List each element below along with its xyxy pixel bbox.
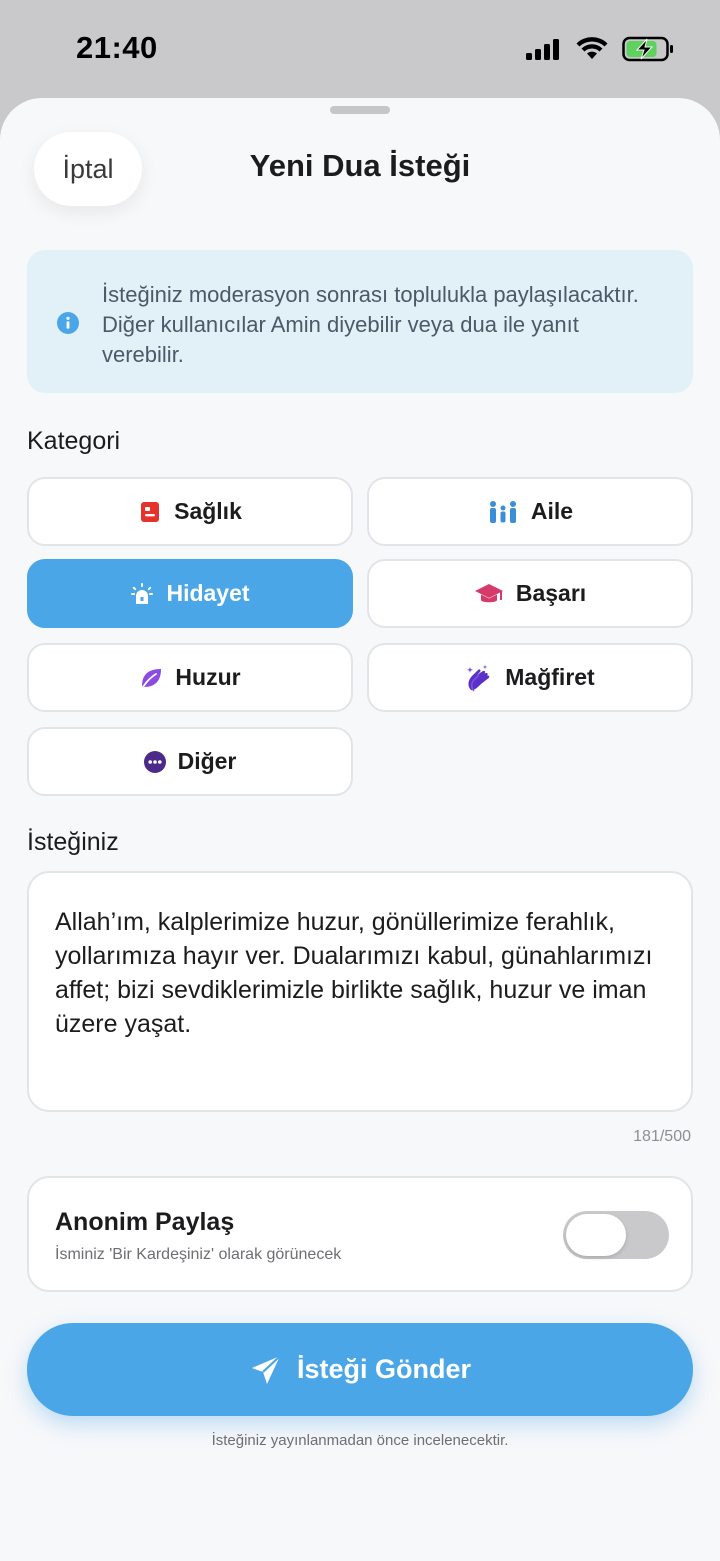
category-magfiret-button[interactable]: Mağfiret (367, 643, 693, 712)
graduation-cap-icon (474, 583, 503, 602)
category-label-text: Hidayet (166, 580, 250, 606)
status-time: 21:40 (76, 30, 158, 65)
light-icon (131, 582, 154, 604)
category-label-text: Başarı (515, 580, 587, 606)
page-title: Yeni Dua İsteği (249, 148, 471, 183)
anonymous-toggle[interactable] (563, 1211, 669, 1259)
info-banner: İsteğiniz moderasyon sonrası toplulukla … (27, 250, 693, 393)
request-label: İsteğiniz (27, 828, 119, 856)
anonymous-title: Anonim Paylaş (55, 1208, 235, 1236)
status-bar: 21:40 (0, 0, 720, 100)
category-aile-button[interactable]: Aile (367, 477, 693, 546)
category-label: Kategori (27, 427, 121, 455)
more-icon (143, 750, 166, 773)
submit-label: İsteği Gönder (296, 1354, 472, 1384)
family-icon (489, 500, 516, 523)
category-diger-button[interactable]: Diğer (27, 727, 353, 796)
signal-icon (526, 39, 559, 60)
info-icon (57, 312, 79, 334)
wifi-icon (576, 37, 608, 59)
info-text: İsteğiniz moderasyon sonrası toplulukla … (102, 282, 639, 367)
category-label-text: Aile (530, 498, 574, 524)
praying-hands-icon (467, 664, 490, 692)
send-icon (251, 1354, 281, 1384)
category-huzur-button[interactable]: Huzur (27, 643, 353, 712)
category-label-text: Huzur (175, 664, 241, 690)
anonymous-card: Anonim Paylaş İsminiz 'Bir Kardeşiniz' o… (27, 1176, 693, 1292)
anonymous-subtitle: İsminiz 'Bir Kardeşiniz' olarak görünece… (55, 1246, 342, 1263)
category-label-text: Mağfiret (505, 664, 595, 690)
status-icons (526, 33, 674, 65)
submit-button[interactable]: İsteği Gönder (27, 1323, 693, 1416)
category-saglik-button[interactable]: Sağlık (27, 477, 353, 546)
category-basari-button[interactable]: Başarı (367, 559, 693, 628)
category-label-text: Diğer (177, 748, 237, 774)
toggle-knob (566, 1214, 626, 1256)
leaf-icon (142, 668, 162, 688)
category-hidayet-button[interactable]: Hidayet (27, 559, 353, 628)
category-label-text: Sağlık (174, 498, 242, 524)
char-count: 181/500 (633, 1128, 691, 1145)
sheet-grabber[interactable] (330, 106, 390, 114)
new-request-sheet: İptal Yeni Dua İsteği İsteğiniz moderasy… (0, 98, 720, 1561)
footnote: İsteğiniz yayınlanmadan önce incelenecek… (211, 1432, 509, 1449)
request-textarea[interactable]: Allah’ım, kalplerimize huzur, gönüllerim… (27, 871, 693, 1112)
medical-icon (141, 501, 160, 522)
battery-charging-icon (622, 36, 673, 62)
